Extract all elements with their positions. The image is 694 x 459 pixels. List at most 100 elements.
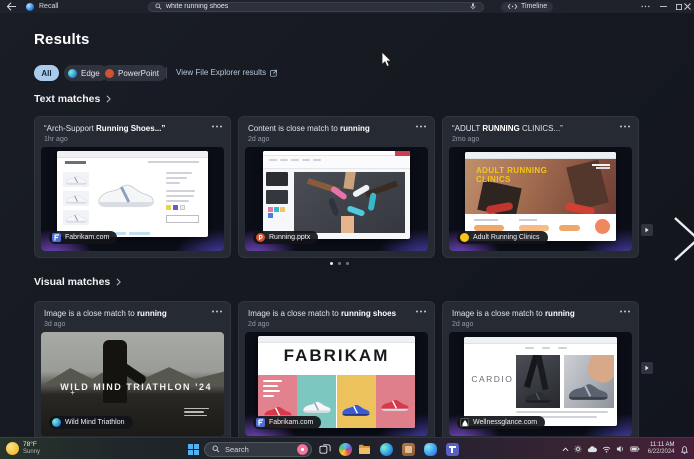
powerpoint-icon	[256, 233, 265, 242]
battery-icon[interactable]	[630, 446, 640, 452]
result-card-fabrikam-shoes[interactable]: Image is a close match to running shoes …	[238, 301, 435, 443]
result-card-wellnessglance[interactable]: Image is a close match to running 2d ago…	[442, 301, 639, 443]
taskbar-clock[interactable]: 11:11 AM 6/22/2024	[648, 442, 675, 456]
task-view-button[interactable]	[316, 438, 334, 459]
volume-icon[interactable]	[616, 445, 625, 453]
settings-gear-icon[interactable]	[574, 445, 582, 453]
card-title: Image is a close match to running	[452, 309, 614, 318]
more-icon[interactable]	[415, 125, 427, 131]
start-button[interactable]	[184, 438, 202, 459]
visual-matches-header[interactable]: Visual matches	[34, 276, 121, 288]
thumb-headline: ADULT RUNNING CLINICS	[476, 166, 559, 184]
onedrive-cloud-icon[interactable]	[587, 446, 597, 453]
taskbar-search[interactable]: Search	[204, 442, 312, 457]
more-icon[interactable]	[619, 310, 631, 316]
page-title: Results	[34, 31, 90, 48]
result-card-wild-mind-triathlon[interactable]: Image is a close match to running 3d ago…	[34, 301, 231, 443]
window-more-icon[interactable]	[638, 0, 652, 13]
wellnessglance-icon	[460, 418, 469, 427]
card-timestamp: 2d ago	[248, 321, 269, 328]
minimize-button[interactable]	[656, 0, 670, 13]
wifi-icon[interactable]	[602, 446, 611, 453]
more-icon[interactable]	[211, 125, 223, 131]
card-thumbnail[interactable]: WILD MIND TRIATHLON ’24 + Wild Mind Tria…	[41, 332, 224, 436]
weather-condition: Sunny	[23, 449, 40, 456]
card-thumbnail[interactable]: CARDIO Wellnessgl	[449, 332, 632, 436]
source-badge: Running.pptx	[253, 231, 318, 244]
text-matches-header[interactable]: Text matches	[34, 93, 111, 105]
source-badge: Fabrikam.com	[253, 416, 321, 429]
more-icon[interactable]	[415, 310, 427, 316]
site-dot-icon	[460, 233, 469, 242]
close-button[interactable]	[680, 0, 694, 13]
filter-chip-powerpoint[interactable]: PowerPoint	[101, 65, 167, 81]
file-explorer-button[interactable]	[355, 438, 373, 459]
powerpoint-icon	[105, 69, 114, 78]
carousel-pagination-dots[interactable]	[330, 262, 349, 265]
titlebar: Recall Timeline	[0, 0, 694, 13]
mouse-cursor	[381, 52, 392, 68]
divider	[166, 67, 167, 79]
windows-logo-icon	[188, 444, 199, 455]
source-badge: Wild Mind Triathlon	[49, 416, 133, 429]
back-icon[interactable]	[6, 2, 17, 11]
source-badge: Fabrikam.com	[49, 231, 117, 244]
card-thumbnail[interactable]: Fabrikam.com	[41, 147, 224, 251]
timeline-icon	[507, 3, 518, 10]
fabrikam-icon	[52, 233, 61, 242]
notification-bell-icon[interactable]	[680, 445, 689, 454]
card-title: Content is close match to running	[248, 124, 410, 133]
search-bar[interactable]	[148, 2, 484, 12]
taskbar: 78°F Sunny Search	[0, 437, 694, 459]
search-highlight-icon	[297, 444, 308, 455]
visual-matches-next-button[interactable]	[641, 362, 653, 374]
copilot-button[interactable]	[421, 438, 439, 459]
card-timestamp: 2mo ago	[452, 136, 479, 143]
more-icon[interactable]	[211, 310, 223, 316]
card-thumbnail[interactable]: ADULT RUNNING CLINICS	[449, 147, 632, 251]
thumb-headline: CARDIO	[471, 374, 513, 384]
store-app-icon	[402, 443, 415, 456]
search-icon	[212, 445, 220, 453]
results-page: Results All Edge PowerPoint View File Ex…	[0, 13, 694, 437]
card-title: “ADULT RUNNING CLINICS...”	[452, 124, 614, 133]
result-card-running-pptx[interactable]: Content is close match to running 2d ago	[238, 116, 435, 258]
recall-app-icon	[26, 3, 34, 11]
file-explorer-link[interactable]: View File Explorer results	[176, 68, 277, 77]
fabrikam-icon	[256, 418, 265, 427]
card-title: “Arch-Support Running Shoes...”	[44, 124, 206, 133]
teams-button[interactable]	[443, 438, 461, 459]
weather-temp: 78°F	[23, 441, 40, 449]
card-thumbnail[interactable]: Running.pptx	[245, 147, 428, 251]
source-badge: Adult Running Clinics	[457, 231, 548, 244]
task-view-icon	[319, 443, 331, 455]
copilot-icon	[424, 443, 437, 456]
scroll-right-chevron-icon[interactable]	[671, 216, 694, 262]
chevron-right-icon	[116, 278, 121, 286]
card-thumbnail[interactable]: FABRIKAM	[245, 332, 428, 436]
result-card-adult-running-clinics[interactable]: “ADULT RUNNING CLINICS...” 2mo ago ADULT…	[442, 116, 639, 258]
app-title: Recall	[39, 3, 58, 10]
sun-icon	[6, 442, 19, 455]
widgets-button[interactable]	[336, 438, 354, 459]
result-card-fabrikam-product[interactable]: “Arch-Support Running Shoes...” 1hr ago	[34, 116, 231, 258]
folder-icon	[358, 443, 371, 455]
thumb-headline: FABRIKAM	[258, 346, 415, 366]
edge-icon	[52, 418, 61, 427]
edge-button[interactable]	[377, 438, 395, 459]
chevron-right-icon	[106, 95, 111, 103]
microphone-icon[interactable]	[469, 2, 477, 11]
timeline-button[interactable]: Timeline	[501, 2, 553, 12]
store-app-button[interactable]	[399, 438, 417, 459]
search-input[interactable]	[162, 3, 469, 11]
card-timestamp: 2d ago	[248, 136, 269, 143]
weather-widget[interactable]: 78°F Sunny	[6, 441, 40, 456]
card-timestamp: 3d ago	[44, 321, 65, 328]
edge-icon	[68, 69, 77, 78]
text-matches-next-button[interactable]	[641, 224, 653, 236]
filter-chip-all[interactable]: All	[34, 65, 59, 81]
card-timestamp: 1hr ago	[44, 136, 68, 143]
hidden-icons-chevron[interactable]	[562, 447, 569, 452]
more-icon[interactable]	[619, 125, 631, 131]
clock-date: 6/22/2024	[648, 449, 675, 456]
